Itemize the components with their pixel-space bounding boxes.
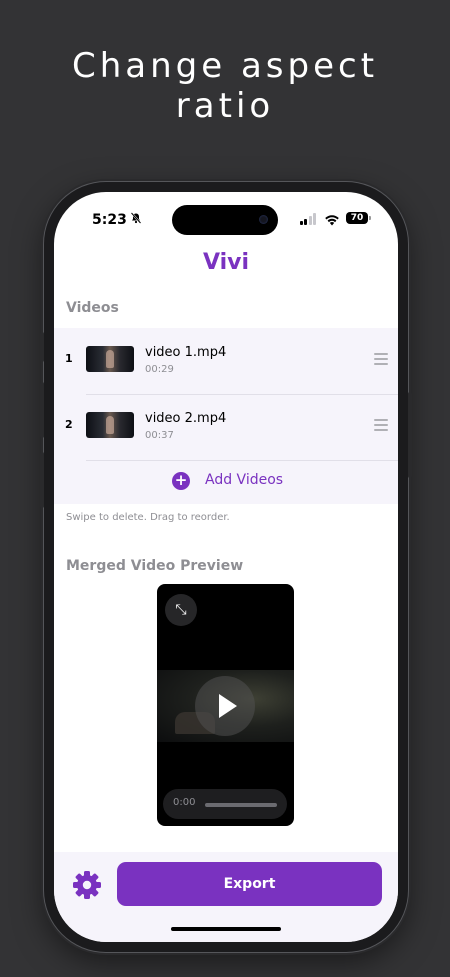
- video-duration: 00:37: [145, 430, 174, 441]
- video-row-1[interactable]: 1 video 1.mp4 00:29: [54, 328, 398, 394]
- video-name: video 2.mp4: [145, 411, 227, 426]
- power-button: [408, 392, 412, 478]
- drag-handle-icon[interactable]: [374, 353, 388, 368]
- expand-icon[interactable]: ⤡: [165, 594, 197, 626]
- headline-line-1: Change aspect: [71, 46, 379, 86]
- wifi-icon: [324, 211, 340, 230]
- video-thumbnail: [86, 412, 134, 438]
- home-indicator: [171, 927, 281, 931]
- cellular-signal-icon: [299, 213, 316, 225]
- silent-switch: [40, 332, 44, 362]
- preview-section-label: Merged Video Preview: [66, 558, 244, 574]
- status-time: 5:23: [92, 212, 127, 228]
- headline-line-2: ratio: [175, 86, 275, 126]
- volume-up-button: [40, 382, 44, 438]
- video-name: video 1.mp4: [145, 345, 227, 360]
- video-thumbnail: [86, 346, 134, 372]
- playback-time: 0:00: [173, 797, 196, 808]
- list-hint: Swipe to delete. Drag to reorder.: [66, 512, 230, 523]
- drag-handle-icon[interactable]: [374, 419, 388, 434]
- dynamic-island: [172, 205, 278, 235]
- battery-icon: 70: [346, 212, 371, 224]
- play-button[interactable]: [195, 676, 255, 736]
- app-screen: 5:23 70 Vivi Videos 1 video 1.mp4 00:29 …: [54, 192, 398, 942]
- video-duration: 00:29: [145, 364, 174, 375]
- video-preview-player[interactable]: ⤡ 0:00: [157, 584, 294, 826]
- videos-section-label: Videos: [66, 300, 119, 316]
- gear-icon[interactable]: [70, 868, 104, 902]
- bell-muted-icon: [130, 212, 142, 227]
- add-videos-label: Add Videos: [205, 472, 284, 488]
- video-index: 2: [65, 418, 73, 431]
- scrubber-track[interactable]: [205, 803, 277, 807]
- plus-circle-icon: +: [172, 472, 190, 490]
- video-index: 1: [65, 352, 73, 365]
- export-button[interactable]: Export: [117, 862, 382, 906]
- video-list: 1 video 1.mp4 00:29 2 video 2.mp4 00:37 …: [54, 328, 398, 504]
- add-videos-button[interactable]: + Add Videos: [54, 460, 398, 504]
- camera-icon: [259, 215, 268, 224]
- playback-controls[interactable]: 0:00: [163, 789, 287, 819]
- app-title: Vivi: [202, 250, 250, 275]
- video-row-2[interactable]: 2 video 2.mp4 00:37: [54, 394, 398, 460]
- phone-frame: 5:23 70 Vivi Videos 1 video 1.mp4 00:29 …: [40, 182, 412, 952]
- promo-headline: Change aspect ratio: [0, 46, 450, 126]
- volume-down-button: [40, 452, 44, 508]
